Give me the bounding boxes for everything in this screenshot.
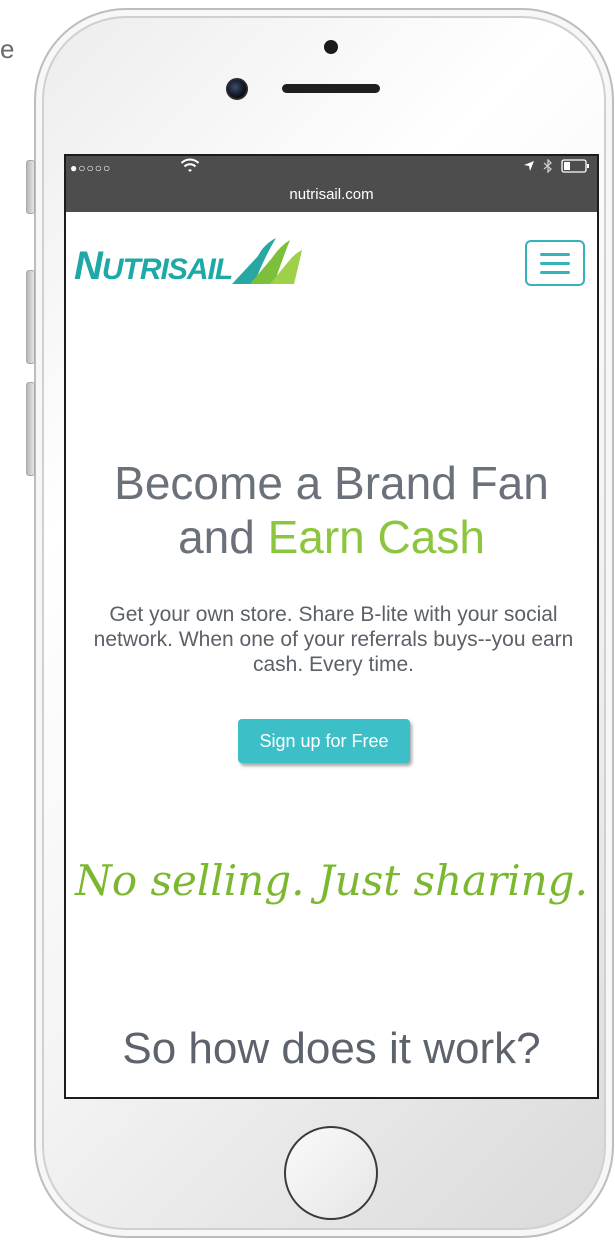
battery-icon [561, 159, 589, 173]
volume-up-button [26, 270, 35, 364]
hero-description: Get your own store. Share B-lite with yo… [93, 603, 574, 676]
proximity-sensor [324, 40, 338, 54]
tagline: No selling. Just sharing. [75, 856, 588, 905]
browser-status-bar: ●○○○○ nutrisail.com [66, 156, 597, 212]
menu-bar-middle [540, 261, 570, 265]
site-header: NUTRISAIL [66, 212, 597, 292]
sail-logo-icon [232, 238, 303, 284]
edge-text: e [0, 34, 15, 64]
hero-title: Become a Brand Fan and Earn Cash [66, 456, 597, 564]
front-camera [226, 78, 248, 100]
bluetooth-icon [543, 159, 552, 173]
hero-title-line2: and Earn Cash [178, 511, 485, 563]
signal-strength-indicator: ●○○○○ [70, 161, 112, 175]
hero-title-accent: Earn Cash [267, 511, 485, 563]
sign-up-button[interactable]: Sign up for Free [238, 719, 410, 763]
phone-screen: ●○○○○ nutrisail.com NUTRISAIL Become a B… [64, 154, 599, 1099]
mute-switch [26, 160, 35, 214]
url-bar[interactable]: nutrisail.com [66, 186, 597, 203]
home-button[interactable] [284, 1126, 378, 1220]
how-it-works-heading: So how does it work? [122, 1024, 541, 1073]
location-arrow-icon [524, 161, 534, 171]
nutrisail-logo[interactable]: NUTRISAIL [74, 234, 304, 290]
wifi-icon [180, 158, 200, 172]
menu-bar-bottom [540, 270, 570, 274]
hamburger-menu-button[interactable] [525, 240, 585, 286]
status-icons [523, 159, 591, 173]
hero-title-line1: Become a Brand Fan [114, 457, 549, 509]
earpiece-speaker [282, 84, 380, 93]
hamburger-menu-icon [540, 252, 570, 256]
volume-down-button [26, 382, 35, 476]
logo-wordmark: NUTRISAIL [74, 244, 233, 288]
